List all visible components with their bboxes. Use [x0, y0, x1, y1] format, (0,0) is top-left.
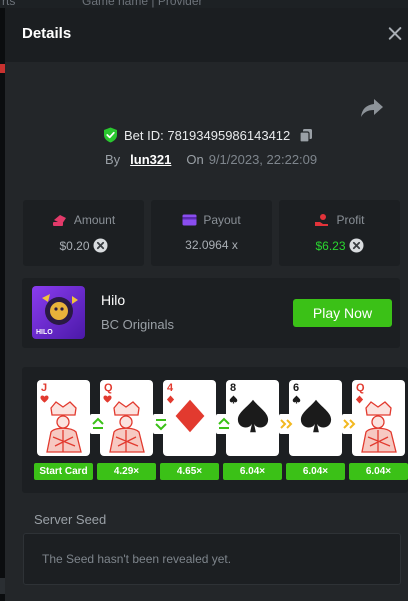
bet-meta-row: By lun321 On 9/1/2023, 22:22:09	[105, 150, 317, 168]
backdrop-header: rts Game name | Provider	[0, 0, 408, 8]
spade-suit-icon	[300, 399, 332, 433]
share-icon[interactable]	[360, 97, 384, 119]
bet-date: 9/1/2023, 22:22:09	[208, 151, 318, 167]
game-thumbnail[interactable]: HILO	[32, 286, 85, 339]
bet-id-row: Bet ID: 78193495986143412	[103, 126, 313, 144]
shield-check-icon	[104, 127, 117, 143]
server-seed-message: The Seed hasn't been revealed yet.	[42, 552, 232, 566]
card-multiplier: 4.65×	[160, 463, 219, 480]
user-link[interactable]: lun321	[130, 152, 171, 167]
game-name[interactable]: Hilo	[101, 292, 125, 308]
profit-label: Profit	[336, 213, 365, 227]
copy-icon[interactable]	[299, 128, 313, 143]
profit-value-row: $6.23	[279, 238, 400, 253]
payout-value-row: 32.0964 x	[151, 238, 272, 252]
coin-icon	[93, 238, 108, 253]
backdrop-game-title: Game name | Provider	[82, 0, 203, 8]
svg-text:HILO: HILO	[36, 329, 53, 336]
card-multiplier: 4.29×	[97, 463, 156, 480]
diamond-suit-icon	[175, 399, 205, 433]
cards-history: J Start Card Q 4.29× 4 4.65× 8 6.04× 6 6.04× Q 6.04…	[22, 367, 408, 493]
higher-arrow-icon	[216, 414, 232, 434]
face-card-art	[361, 401, 397, 453]
face-card-art	[109, 401, 145, 453]
coins-icon	[52, 215, 66, 226]
playing-card: J	[37, 380, 90, 456]
amount-value: $0.20	[59, 238, 90, 253]
skip-arrow-icon	[279, 414, 295, 434]
amount-stat: Amount $0.20	[23, 200, 144, 266]
game-card: HILO Hilo BC Originals Play Now	[22, 278, 400, 348]
playing-card: Q	[100, 380, 153, 456]
coin-icon	[349, 238, 364, 253]
modal-title: Details	[22, 25, 72, 42]
card-multiplier: 6.04×	[223, 463, 282, 480]
spade-suit-icon	[237, 399, 269, 433]
server-seed-box: The Seed hasn't been revealed yet.	[23, 533, 401, 585]
by-label: By	[105, 151, 121, 167]
modal-header: Details	[5, 8, 408, 62]
server-seed-label: Server Seed	[34, 512, 107, 527]
amount-label: Amount	[73, 213, 116, 227]
playing-card: 4	[163, 380, 216, 456]
skip-arrow-icon	[342, 414, 358, 434]
amount-value-row: $0.20	[23, 238, 144, 253]
playing-card: 6	[289, 380, 342, 456]
face-card-art	[46, 401, 82, 453]
play-now-button[interactable]: Play Now	[293, 299, 392, 327]
start-card-label: Start Card	[34, 463, 93, 480]
card-icon	[182, 214, 197, 226]
hilo-logo-icon: HILO	[36, 294, 78, 336]
playing-card: 8	[226, 380, 279, 456]
profit-stat: Profit $6.23	[279, 200, 400, 266]
game-provider: BC Originals	[101, 317, 174, 332]
payout-value: 32.0964 x	[185, 238, 238, 252]
higher-arrow-icon	[90, 414, 106, 434]
amount-head: Amount	[23, 213, 144, 227]
card-multiplier: 6.04×	[286, 463, 345, 480]
details-modal: Details Bet ID: 78193495986143412 By lun…	[5, 8, 408, 601]
payout-head: Payout	[151, 213, 272, 227]
profit-hand-icon	[315, 214, 329, 226]
playing-card: Q	[352, 380, 405, 456]
close-icon[interactable]	[385, 24, 405, 44]
payout-stat: Payout 32.0964 x	[151, 200, 272, 266]
card-multiplier: 6.04×	[349, 463, 408, 480]
payout-label: Payout	[203, 213, 241, 227]
profit-value: $6.23	[315, 238, 346, 253]
on-label: On	[186, 151, 204, 167]
bet-id: Bet ID: 78193495986143412	[124, 127, 291, 143]
profit-head: Profit	[279, 213, 400, 227]
backdrop-left-text: rts	[2, 0, 16, 8]
lower-arrow-icon	[153, 414, 169, 434]
